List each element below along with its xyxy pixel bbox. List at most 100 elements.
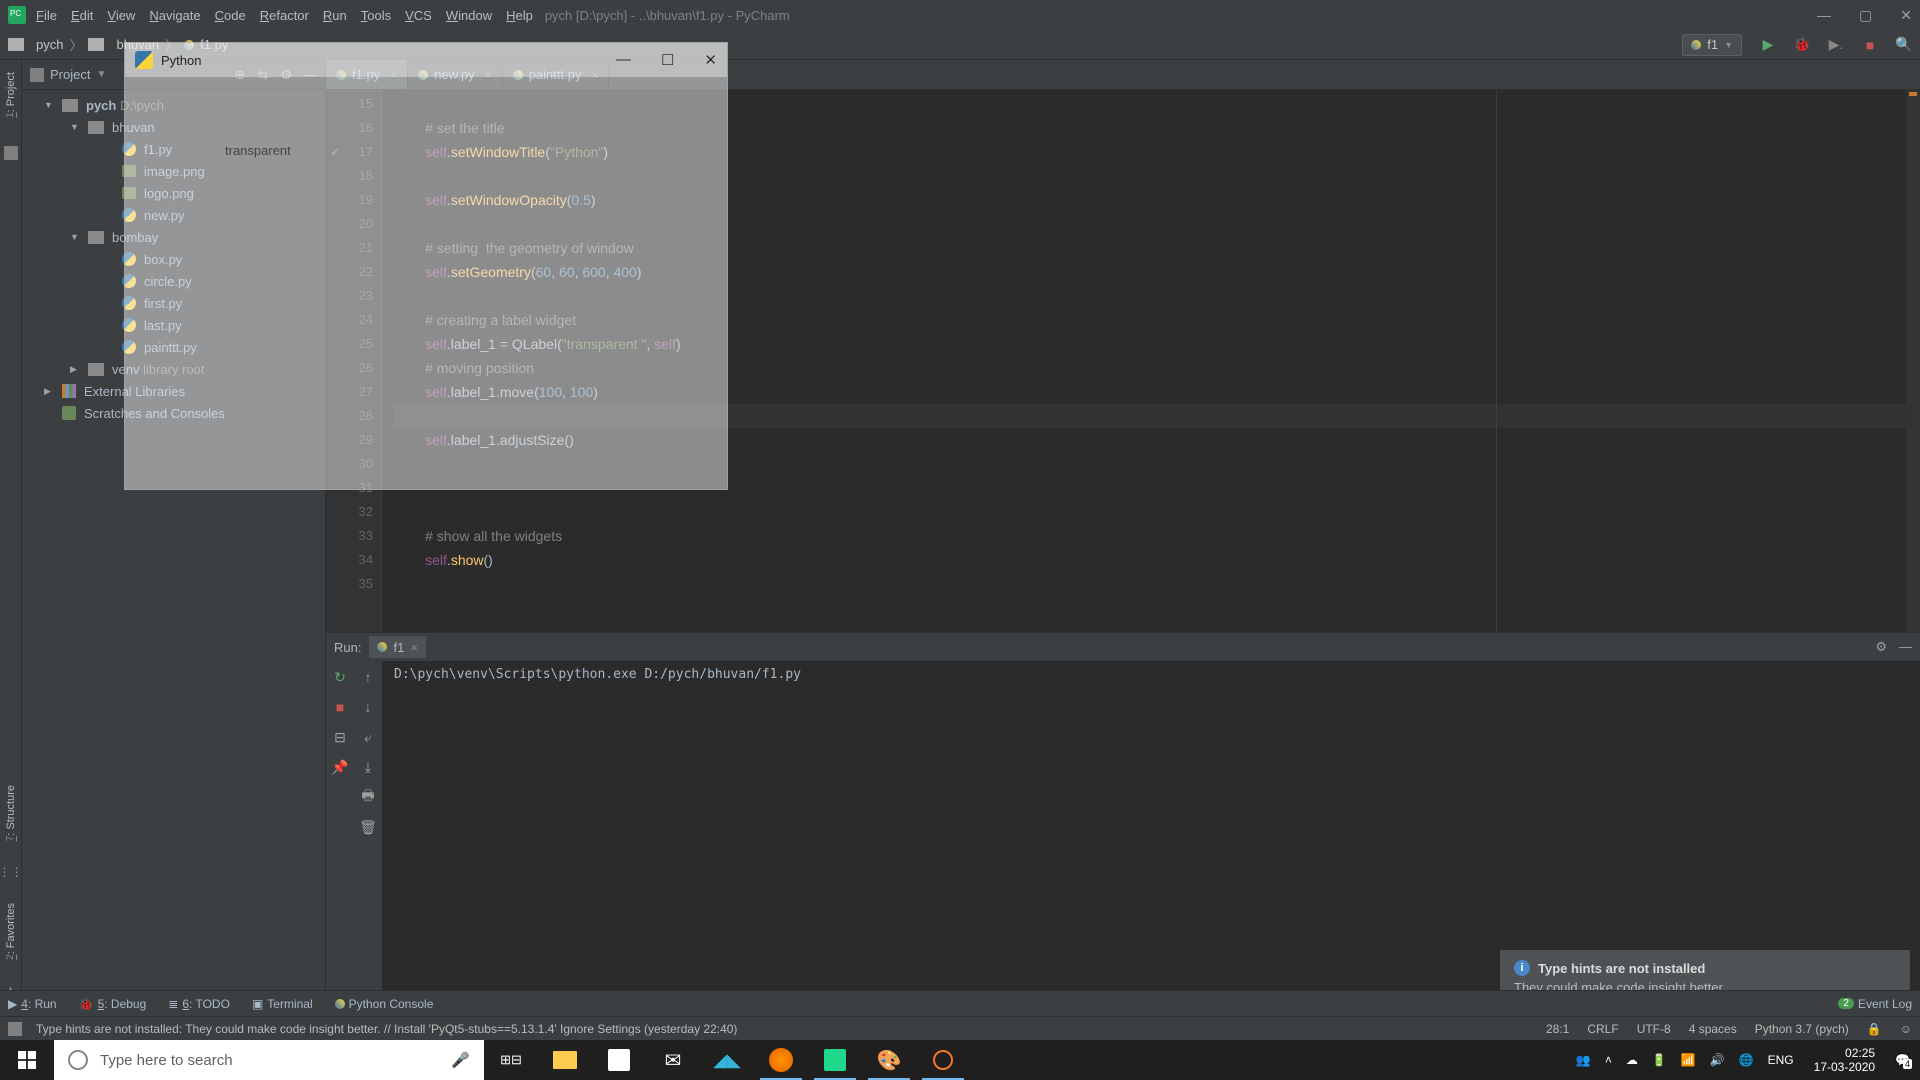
coverage-button[interactable]: ▶. (1828, 37, 1844, 53)
down-button[interactable]: ↓ (360, 699, 376, 715)
close-icon[interactable]: × (591, 68, 598, 82)
project-panel-title: Project (50, 67, 90, 82)
project-icon (30, 68, 44, 82)
warning-marker[interactable] (1909, 92, 1917, 96)
clock[interactable]: 02:2517-03-2020 (1808, 1046, 1881, 1074)
trash-button[interactable]: 🗑 (360, 819, 376, 835)
indent-setting[interactable]: 4 spaces (1689, 1022, 1737, 1036)
menu-tools[interactable]: Tools (361, 8, 391, 23)
event-log-button[interactable]: 2Event Log (1838, 997, 1912, 1011)
action-center-icon[interactable]: 💬4 (1895, 1053, 1910, 1067)
predator-taskbar-icon[interactable]: ◢◣ (700, 1040, 754, 1080)
layout-button[interactable]: ⊟ (332, 729, 348, 745)
tree-file: new.py (22, 204, 325, 226)
battery-icon[interactable]: 🔋 (1652, 1053, 1667, 1067)
menu-run[interactable]: Run (323, 8, 347, 23)
bookmark-tool-icon[interactable] (4, 146, 18, 160)
chevron-down-icon[interactable]: ▼ (96, 69, 106, 80)
volume-icon[interactable]: 🔊 (1710, 1053, 1725, 1067)
people-icon[interactable]: 👥 (1576, 1053, 1591, 1067)
rerun-button[interactable]: ↻ (332, 669, 348, 685)
project-tree[interactable]: ▼pych D:\pych ▼bhuvan f1.py image.png lo… (22, 90, 325, 428)
structure-tool-tab[interactable]: 7: Structure (5, 781, 17, 845)
firefox-taskbar-icon[interactable] (754, 1040, 808, 1080)
mic-icon[interactable]: 🎤 (451, 1051, 470, 1069)
image-file-icon (122, 187, 136, 199)
minimize-button[interactable]: — (1817, 7, 1831, 24)
taskbar-search[interactable]: Type here to search 🎤 (54, 1040, 484, 1080)
store-taskbar-icon[interactable] (592, 1040, 646, 1080)
todo-tool-button[interactable]: ≣6: TODO (168, 997, 230, 1011)
language-indicator[interactable]: ENG (1768, 1053, 1794, 1067)
target-icon[interactable]: ⊕ (235, 67, 246, 83)
mail-taskbar-icon[interactable]: ✉ (646, 1040, 700, 1080)
menu-view[interactable]: View (107, 8, 135, 23)
paint-taskbar-icon[interactable]: 🎨 (862, 1040, 916, 1080)
breadcrumbs[interactable]: pych 〉 bhuvan 〉 f1.py (8, 35, 228, 54)
python-file-icon (418, 70, 428, 80)
status-bar: Type hints are not installed: They could… (0, 1016, 1920, 1040)
python-icon (377, 642, 387, 652)
terminal-tool-button[interactable]: ▣Terminal (252, 997, 313, 1011)
python-file-icon (336, 70, 346, 80)
close-icon[interactable]: × (390, 68, 397, 82)
menu-file[interactable]: File (36, 8, 57, 23)
network-icon[interactable]: 🌐 (1739, 1053, 1754, 1067)
jupyter-taskbar-icon[interactable] (916, 1040, 970, 1080)
run-button[interactable]: ▶ (1760, 37, 1776, 53)
onedrive-icon[interactable]: ☁ (1626, 1053, 1638, 1067)
editor-tab[interactable]: painttt.py× (503, 60, 610, 89)
hector-icon[interactable]: ☺ (1900, 1022, 1912, 1036)
caret-position[interactable]: 28:1 (1546, 1022, 1569, 1036)
pin-button[interactable]: 📌 (332, 759, 348, 775)
explorer-taskbar-icon[interactable] (538, 1040, 592, 1080)
python-file-icon (184, 40, 194, 50)
menu-edit[interactable]: Edit (71, 8, 93, 23)
close-button[interactable]: ✕ (1900, 7, 1912, 24)
collapse-icon[interactable]: — (304, 67, 317, 83)
run-tab[interactable]: f1× (369, 636, 425, 658)
gear-icon[interactable]: ⚙ (280, 67, 292, 83)
menu-refactor[interactable]: Refactor (260, 8, 309, 23)
project-tool-tab[interactable]: 1: Project (5, 68, 17, 122)
start-button[interactable] (0, 1040, 54, 1080)
tree-file: last.py (22, 314, 325, 336)
close-icon[interactable]: × (485, 68, 492, 82)
system-tray[interactable]: 👥 ˄ ☁ 🔋 📶 🔊 🌐 ENG 02:2517-03-2020 💬4 (1566, 1046, 1920, 1074)
maximize-button[interactable]: ▢ (1859, 7, 1872, 24)
editor-tab[interactable]: new.py× (408, 60, 503, 89)
pycharm-taskbar-icon[interactable] (808, 1040, 862, 1080)
run-tool-button[interactable]: ▶4: Run (8, 997, 57, 1011)
search-everywhere-button[interactable]: 🔍 (1896, 37, 1912, 53)
scroll-button[interactable]: ⤓ (360, 759, 376, 775)
stop-button[interactable]: ■ (332, 699, 348, 715)
soft-wrap-button[interactable]: ⤶ (360, 729, 376, 745)
split-icon[interactable]: ⇆ (257, 67, 268, 83)
line-separator[interactable]: CRLF (1587, 1022, 1618, 1036)
folder-icon (62, 99, 78, 112)
stop-button[interactable]: ■ (1862, 37, 1878, 53)
up-button[interactable]: ↑ (360, 669, 376, 685)
menu-navigate[interactable]: Navigate (149, 8, 200, 23)
python-interpreter[interactable]: Python 3.7 (pych) (1755, 1022, 1849, 1036)
debug-button[interactable]: 🐞 (1794, 37, 1810, 53)
print-button[interactable]: 🖶 (360, 789, 376, 805)
gear-icon[interactable]: ⚙ (1875, 639, 1887, 655)
wifi-icon[interactable]: 📶 (1681, 1053, 1696, 1067)
lock-icon[interactable]: 🔒 (1867, 1022, 1882, 1036)
python-console-button[interactable]: Python Console (335, 997, 434, 1011)
collapse-icon[interactable]: — (1899, 639, 1912, 655)
run-config-selector[interactable]: f1 ▼ (1682, 34, 1742, 56)
tray-chevron-icon[interactable]: ˄ (1605, 1053, 1612, 1067)
file-encoding[interactable]: UTF-8 (1637, 1022, 1671, 1036)
menu-help[interactable]: Help (506, 8, 533, 23)
status-icon[interactable] (8, 1022, 22, 1036)
editor-tab[interactable]: f1.py× (326, 60, 408, 89)
task-view-button[interactable]: ⊞⊟ (484, 1040, 538, 1080)
favorites-tool-tab[interactable]: 2: Favorites (5, 899, 17, 964)
menu-vcs[interactable]: VCS (405, 8, 432, 23)
debug-tool-button[interactable]: 🐞5: Debug (79, 997, 147, 1011)
close-icon[interactable]: × (410, 640, 418, 655)
menu-window[interactable]: Window (446, 8, 492, 23)
menu-code[interactable]: Code (215, 8, 246, 23)
